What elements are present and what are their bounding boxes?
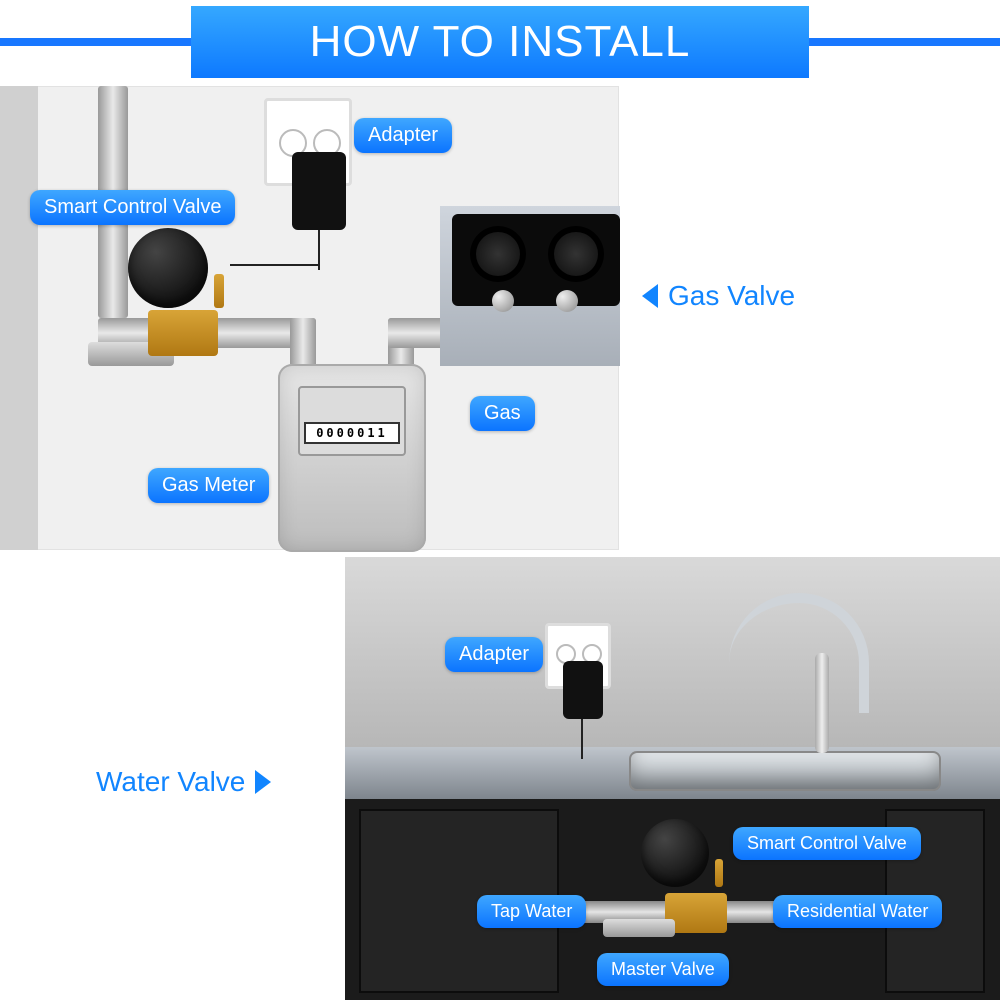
section-callout-water: Water Valve — [96, 766, 271, 798]
chevron-right-icon — [255, 770, 271, 794]
section-callout-gas: Gas Valve — [642, 280, 795, 312]
label-gas: Gas — [470, 396, 535, 431]
label-residential-water: Residential Water — [773, 895, 942, 928]
water-valve-pin — [715, 859, 723, 887]
label-master-valve: Master Valve — [597, 953, 729, 986]
cooktop-knob-2 — [556, 290, 578, 312]
gas-meter: 0000011 — [278, 364, 426, 552]
adapter-cord-2 — [230, 264, 320, 266]
water-clamp — [603, 919, 675, 937]
label-water-smart-valve: Smart Control Valve — [733, 827, 921, 860]
section-label-water: Water Valve — [96, 766, 245, 798]
gas-meter-face — [298, 386, 406, 456]
water-install-scene: Adapter Smart Control Valve Tap Water Re… — [345, 557, 1000, 1000]
section-label-gas: Gas Valve — [668, 280, 795, 312]
label-water-adapter: Adapter — [445, 637, 543, 672]
chevron-left-icon — [642, 284, 658, 308]
page-title: HOW TO INSTALL — [191, 6, 809, 78]
brass-valve — [148, 310, 218, 356]
burner-right — [548, 226, 604, 282]
kitchen-wall — [345, 557, 1000, 747]
smart-control-valve — [128, 228, 208, 308]
label-tap-water: Tap Water — [477, 895, 586, 928]
power-adapter — [292, 152, 346, 230]
valve-pin — [214, 274, 224, 308]
label-gas-meter: Gas Meter — [148, 468, 269, 503]
title-bar: HOW TO INSTALL — [0, 6, 1000, 78]
gas-meter-reading: 0000011 — [304, 422, 400, 444]
burner-left — [470, 226, 526, 282]
gas-install-scene: 0000011 Smart Control Valve Adapter Gas … — [0, 86, 619, 550]
water-power-adapter — [563, 661, 603, 719]
water-adapter-cord — [581, 719, 583, 759]
water-smart-control-valve — [641, 819, 709, 887]
label-adapter: Adapter — [354, 118, 452, 153]
page: HOW TO INSTALL 0000011 — [0, 0, 1000, 1000]
sink-basin — [629, 751, 941, 791]
wall-edge — [0, 86, 38, 550]
label-smart-control-valve: Smart Control Valve — [30, 190, 235, 225]
cooktop-knob-1 — [492, 290, 514, 312]
